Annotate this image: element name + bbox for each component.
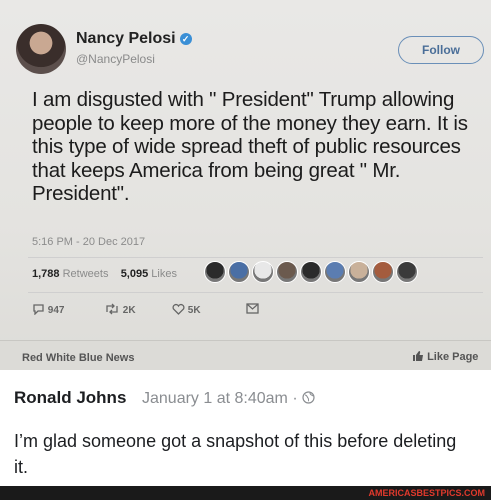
reply-icon xyxy=(33,304,44,316)
globe-icon xyxy=(302,391,315,404)
divider xyxy=(28,257,483,258)
comment-author[interactable]: Ronald Johns xyxy=(14,388,126,408)
like-page-button[interactable]: Like Page xyxy=(412,350,478,363)
liker-avatar[interactable] xyxy=(204,261,226,283)
likes-count[interactable]: 5,095 xyxy=(121,268,149,280)
liker-avatar[interactable] xyxy=(348,261,370,283)
liker-avatar[interactable] xyxy=(396,261,418,283)
site-watermark[interactable]: AMERICASBESTPICS.COM xyxy=(368,488,485,498)
author-handle: @NancyPelosi xyxy=(76,52,155,66)
engagement-stats: 1,788 Retweets 5,095 Likes xyxy=(32,268,177,280)
author-name[interactable]: Nancy Pelosi xyxy=(76,30,176,47)
like-count: 5K xyxy=(187,305,201,316)
author-avatar[interactable] xyxy=(16,24,66,74)
screenshot-photo: Nancy Pelosi ✓ @NancyPelosi Follow I am d… xyxy=(0,0,491,370)
likers-avatars xyxy=(204,261,418,283)
source-page-bar: Red White Blue News Like Page xyxy=(0,340,491,370)
like-button[interactable]: 5K xyxy=(172,303,201,316)
likes-label: Likes xyxy=(151,268,177,280)
retweet-icon xyxy=(106,303,118,315)
divider xyxy=(28,292,483,293)
reply-count: 947 xyxy=(47,305,65,316)
heart-icon xyxy=(172,303,185,315)
direct-message-button[interactable] xyxy=(246,303,259,315)
tweet-text: I am disgusted with " President" Trump a… xyxy=(32,88,468,205)
reply-button[interactable]: 947 xyxy=(32,303,64,316)
liker-avatar[interactable] xyxy=(252,261,274,283)
comment-timestamp-row[interactable]: January 1 at 8:40am · xyxy=(142,390,315,408)
source-page-name[interactable]: Red White Blue News xyxy=(22,352,134,364)
liker-avatar[interactable] xyxy=(276,261,298,283)
direct-message-icon xyxy=(246,303,259,314)
liker-avatar[interactable] xyxy=(228,261,250,283)
author-name-row[interactable]: Nancy Pelosi ✓ xyxy=(76,30,192,48)
comment-text: I’m glad someone got a snapshot of this … xyxy=(14,431,457,477)
footer-bar: AMERICASBESTPICS.COM xyxy=(0,486,491,500)
comment-timestamp: January 1 at 8:40am · xyxy=(142,390,298,407)
like-page-label: Like Page xyxy=(427,351,479,363)
retweets-count[interactable]: 1,788 xyxy=(32,268,60,280)
verified-badge-icon: ✓ xyxy=(179,33,192,45)
retweet-count: 2K xyxy=(122,305,136,316)
liker-avatar[interactable] xyxy=(300,261,322,283)
retweets-label: Retweets xyxy=(62,268,109,280)
thumbs-up-icon xyxy=(413,351,423,361)
tweet-timestamp[interactable]: 5:16 PM - 20 Dec 2017 xyxy=(32,236,145,248)
facebook-comment: Ronald Johns January 1 at 8:40am · I’m g… xyxy=(0,370,491,500)
retweet-button[interactable]: 2K xyxy=(104,303,136,316)
liker-avatar[interactable] xyxy=(324,261,346,283)
liker-avatar[interactable] xyxy=(372,261,394,283)
follow-button[interactable]: Follow xyxy=(398,36,484,64)
